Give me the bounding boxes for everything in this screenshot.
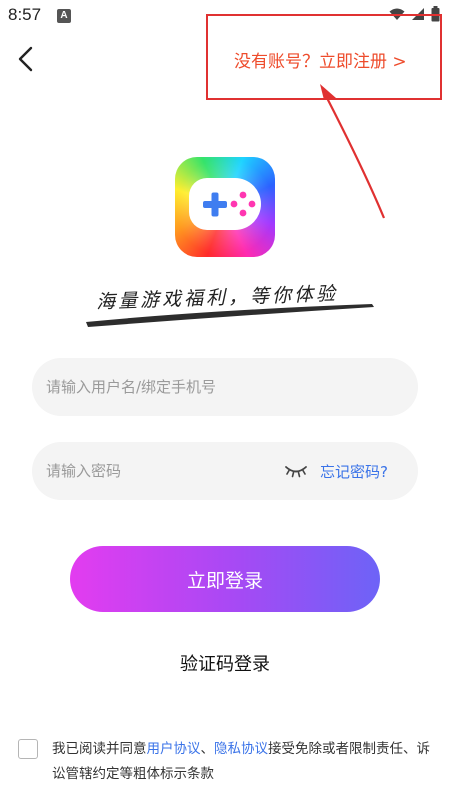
username-input[interactable] [32, 358, 418, 416]
chevron-left-icon [18, 46, 33, 72]
agreement-checkbox[interactable] [18, 739, 38, 759]
status-time: 8:57 [8, 5, 42, 24]
agreement-separator: 、 [200, 741, 215, 757]
agreement-prefix: 我已阅读并同意 [52, 741, 147, 757]
annotation-arrow-icon [320, 84, 386, 219]
username-field-container [32, 358, 418, 416]
forgot-password-link[interactable]: 忘记密码? [320, 461, 388, 482]
notification-icon: A [57, 9, 71, 23]
user-agreement-link[interactable]: 用户协议 [147, 741, 201, 757]
password-input[interactable] [32, 442, 272, 500]
login-button[interactable]: 立即登录 [70, 546, 380, 612]
app-logo [175, 157, 275, 257]
eye-closed-icon[interactable] [284, 463, 308, 479]
agreement-text: 我已阅读并同意用户协议、隐私协议接受免除或者限制责任、诉讼管辖约定等粗体标示条款 [52, 737, 442, 787]
password-field-container: 忘记密码? [32, 442, 418, 500]
back-button[interactable] [12, 42, 42, 76]
register-link[interactable]: 没有账号？立即注册 > [234, 47, 407, 72]
privacy-policy-link[interactable]: 隐私协议 [214, 741, 268, 757]
code-login-link[interactable]: 验证码登录 [0, 650, 450, 676]
gamepad-icon [189, 178, 261, 230]
